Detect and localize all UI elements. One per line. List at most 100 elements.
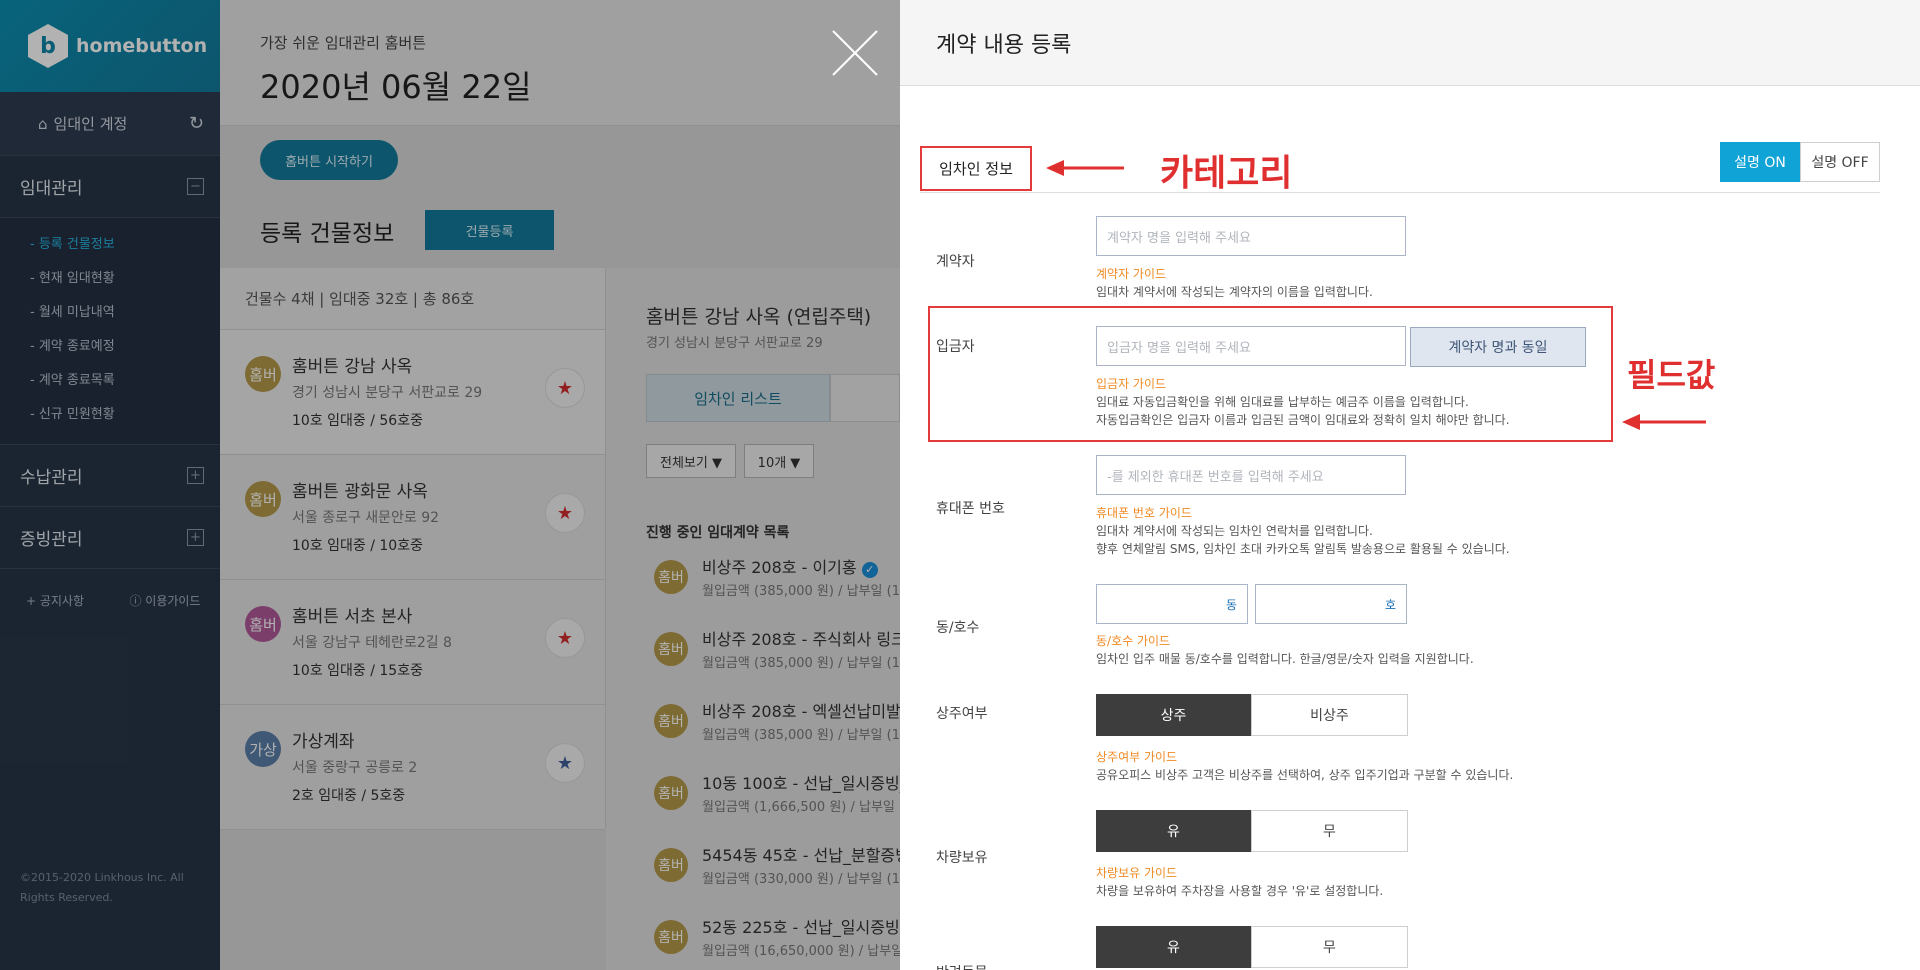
- contract-row[interactable]: 홈버 비상주 208호 - 엑셀선납미발행 월입금액 (385,000 원) /…: [646, 690, 916, 762]
- contractor-input[interactable]: 계약자 명을 입력해 주세요: [1096, 216, 1406, 256]
- avatar: 홈버: [245, 481, 281, 517]
- avatar: 홈버: [654, 920, 688, 954]
- guide-off-toggle[interactable]: 설명 OFF: [1800, 142, 1880, 182]
- contract-name: 비상주 208호 - 엑셀선납미발행: [702, 702, 916, 721]
- submenu-item-unpaid-rent[interactable]: - 월세 미납내역: [0, 296, 220, 330]
- vehicle-yes-option[interactable]: 유: [1096, 810, 1251, 852]
- contract-row[interactable]: 홈버 5454동 45호 - 선납_분할증빙 월입금액 (330,000 원) …: [646, 834, 910, 906]
- star-icon[interactable]: ★: [545, 368, 585, 408]
- guide-on-toggle[interactable]: 설명 ON: [1720, 142, 1800, 182]
- tab-tenant-list[interactable]: 임차인 리스트: [646, 374, 830, 422]
- tagline: 가장 쉬운 임대관리 홈버튼: [260, 34, 427, 52]
- submenu-item-contract-ending[interactable]: - 계약 종료예정: [0, 330, 220, 364]
- star-icon[interactable]: ★: [545, 743, 585, 783]
- building-name: 홈버튼 광화문 사옥: [292, 482, 428, 502]
- ho-input[interactable]: 호: [1255, 584, 1407, 624]
- resident-label: 상주여부: [936, 706, 988, 722]
- building-list: 건물수 4채 | 임대중 32호 | 총 86호 홈버 홈버튼 강남 사옥 경기…: [220, 268, 606, 830]
- nonresident-option[interactable]: 비상주: [1251, 694, 1408, 736]
- submenu-item-registered-buildings[interactable]: - 등록 건물정보: [0, 228, 220, 262]
- menu-rental-management[interactable]: 임대관리 −: [0, 156, 220, 218]
- submenu-item-new-complaints[interactable]: - 신규 민원현황: [0, 398, 220, 432]
- building-address: 경기 성남시 분당구 서판교로 29: [292, 385, 483, 401]
- dongho-guide-title: 동/호수 가이드: [1096, 634, 1171, 648]
- avatar: 홈버: [654, 704, 688, 738]
- building-address: 서울 강남구 테헤란로2길 8: [292, 635, 452, 651]
- logo[interactable]: b homebutton: [0, 0, 220, 92]
- account-bar: ⌂ 임대인 계정 ↻: [0, 92, 220, 156]
- depositor-guide-title: 입금자 가이드: [1096, 377, 1167, 391]
- contract-name: 5454동 45호 - 선납_분할증빙: [702, 846, 910, 865]
- start-homebutton-button[interactable]: 홈버튼 시작하기: [260, 140, 398, 180]
- contract-row[interactable]: 홈버 비상주 208호 - 주식회사 링크 월입금액 (385,000 원) /…: [646, 618, 906, 690]
- contract-name: 비상주 208호 - 주식회사 링크: [702, 630, 906, 649]
- contract-summary: 월입금액 (16,650,000 원) / 납부일: [702, 944, 904, 959]
- building-item[interactable]: 홈버 홈버튼 광화문 사옥 서울 종로구 새문안로 92 10호 임대중 / 1…: [220, 455, 605, 580]
- phone-input[interactable]: -를 제외한 휴대폰 번호를 입력해 주세요: [1096, 455, 1406, 495]
- pet-no-option[interactable]: 무: [1251, 926, 1408, 968]
- contract-row[interactable]: 홈버 비상주 208호 - 이기홍 ✓ 월입금액 (385,000 원) / 납…: [646, 546, 906, 618]
- pet-segmented: 유 무: [1096, 926, 1408, 968]
- building-name: 홈버튼 서초 본사: [292, 607, 413, 627]
- pet-yes-option[interactable]: 유: [1096, 926, 1251, 968]
- home-icon: ⌂: [38, 115, 48, 133]
- current-date: 2020년 06월 22일: [260, 68, 532, 106]
- divider: [920, 192, 1880, 193]
- account-switch[interactable]: ⌂ 임대인 계정: [38, 113, 127, 134]
- contract-row[interactable]: 홈버 10동 100호 - 선납_일시증빙_ 월입금액 (1,666,500 원…: [646, 762, 908, 834]
- contract-summary: 월입금액 (1,666,500 원) / 납부일: [702, 800, 895, 815]
- contract-row[interactable]: 홈버 52동 225호 - 선납_일시증빙1 월입금액 (16,650,000 …: [646, 906, 910, 970]
- building-item[interactable]: 홈버 홈버튼 서초 본사 서울 강남구 테헤란로2길 8 10호 임대중 / 1…: [220, 580, 605, 705]
- notice-link[interactable]: + 공지사항: [0, 592, 110, 609]
- star-icon[interactable]: ★: [545, 618, 585, 658]
- building-item[interactable]: 홈버 홈버튼 강남 사옥 경기 성남시 분당구 서판교로 29 10호 임대중 …: [220, 330, 605, 455]
- menu-proof-management[interactable]: 증빙관리 +: [0, 507, 220, 569]
- refresh-icon[interactable]: ↻: [189, 113, 204, 134]
- contract-name: 52동 225호 - 선납_일시증빙1: [702, 918, 910, 937]
- close-icon[interactable]: [830, 28, 880, 78]
- guide-link[interactable]: ⓘ 이용가이드: [110, 592, 220, 609]
- building-count: 10호 임대중 / 10호중: [292, 538, 423, 554]
- copyright: ©2015-2020 Linkhous Inc. All Rights Rese…: [20, 871, 184, 904]
- expand-icon[interactable]: +: [187, 467, 204, 484]
- depositor-guide-text: 임대료 자동입금확인을 위해 임대료를 납부하는 예금주 이름을 입력합니다.: [1096, 395, 1469, 409]
- building-item[interactable]: 가상 가상계좌 서울 중랑구 공릉로 2 2호 임대중 / 5호중 ★: [220, 705, 605, 830]
- ongoing-contracts-title: 진행 중인 임대계약 목록: [646, 525, 790, 541]
- vehicle-segmented: 유 무: [1096, 810, 1408, 852]
- footer-links: + 공지사항 ⓘ 이용가이드: [0, 569, 220, 631]
- category-label: 임차인 정보: [920, 146, 1032, 191]
- sidebar: b homebutton ⌂ 임대인 계정 ↻ 임대관리 − - 등록 건물정보 …: [0, 0, 220, 970]
- depositor-input[interactable]: 입금자 명을 입력해 주세요: [1096, 326, 1406, 366]
- filter-all-select[interactable]: 전체보기 ▼: [646, 444, 736, 478]
- submenu-item-current-rentals[interactable]: - 현재 임대현황: [0, 262, 220, 296]
- building-address: 서울 종로구 새문안로 92: [292, 510, 440, 526]
- star-icon[interactable]: ★: [545, 493, 585, 533]
- expand-icon[interactable]: +: [187, 529, 204, 546]
- menu-payment-management[interactable]: 수납관리 +: [0, 445, 220, 507]
- depositor-label: 입금자: [936, 339, 975, 355]
- building-name: 가상계좌: [292, 732, 355, 752]
- menu-label: 임대관리: [20, 179, 83, 199]
- panel-title: 계약 내용 등록: [900, 0, 1920, 86]
- tab-secondary[interactable]: [830, 374, 900, 422]
- resident-option[interactable]: 상주: [1096, 694, 1251, 736]
- dongho-guide-text: 임차인 입주 매물 동/호수를 입력합니다. 한글/영문/숫자 입력을 지원합니…: [1096, 652, 1474, 666]
- register-building-button[interactable]: 건물등록: [425, 210, 554, 250]
- building-count: 10호 임대중 / 56호중: [292, 413, 423, 429]
- field-annotation: 필드값: [1627, 356, 1716, 394]
- same-as-contractor-button[interactable]: 계약자 명과 동일: [1410, 327, 1586, 367]
- vehicle-no-option[interactable]: 무: [1251, 810, 1408, 852]
- pet-label: 반려동물: [936, 962, 988, 970]
- resident-guide-title: 상주여부 가이드: [1096, 750, 1178, 764]
- building-detail: 홈버튼 강남 사옥 (연립주택) 경기 성남시 분당구 서판교로 29 임차인 …: [606, 268, 916, 970]
- avatar: 홈버: [245, 356, 281, 392]
- menu-label: 증빙관리: [20, 530, 83, 550]
- dong-input[interactable]: 동: [1096, 584, 1248, 624]
- avatar: 홈버: [654, 632, 688, 666]
- collapse-icon[interactable]: −: [187, 178, 204, 195]
- page-size-select[interactable]: 10개 ▼: [744, 444, 814, 478]
- submenu-item-contract-ended[interactable]: - 계약 종료목록: [0, 364, 220, 398]
- building-name: 홈버튼 강남 사옥: [292, 357, 413, 377]
- logo-text: homebutton: [76, 35, 208, 57]
- contract-register-panel: 계약 내용 등록 임차인 정보 카테고리 설명 ON 설명 OFF 계약자 계약…: [900, 0, 1920, 970]
